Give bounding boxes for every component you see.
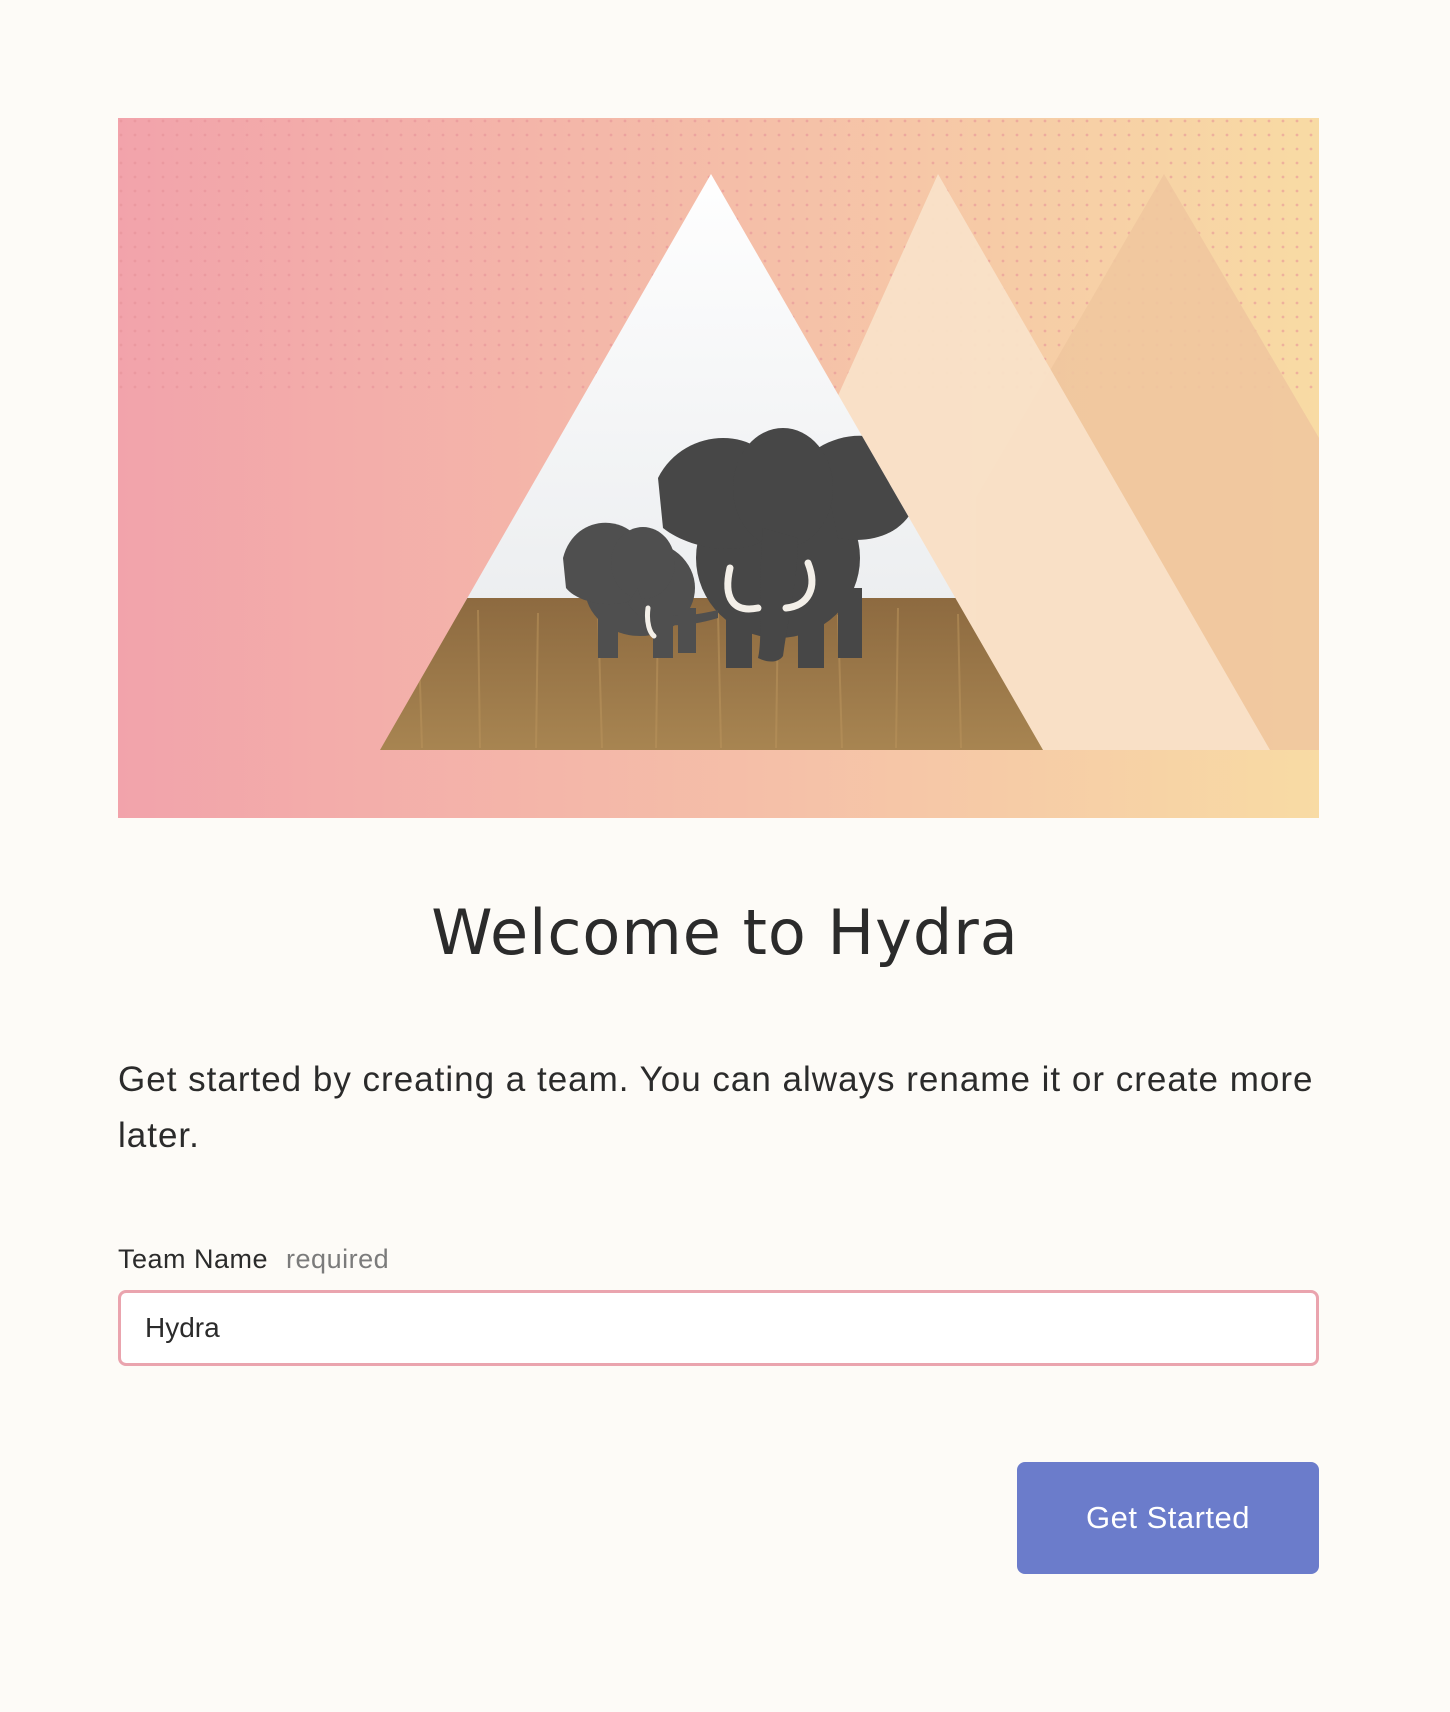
page-title: Welcome to Hydra bbox=[431, 896, 1019, 969]
hero-illustration bbox=[118, 118, 1319, 818]
intro-text: Get started by creating a team. You can … bbox=[118, 1060, 1314, 1155]
team-name-input[interactable] bbox=[118, 1290, 1319, 1366]
team-name-label: Team Name required bbox=[118, 1244, 389, 1275]
mountains-with-elephants-illustration bbox=[118, 118, 1319, 818]
team-name-label-text: Team Name bbox=[118, 1244, 269, 1274]
required-hint: required bbox=[286, 1244, 390, 1274]
get-started-button[interactable]: Get Started bbox=[1017, 1462, 1319, 1574]
